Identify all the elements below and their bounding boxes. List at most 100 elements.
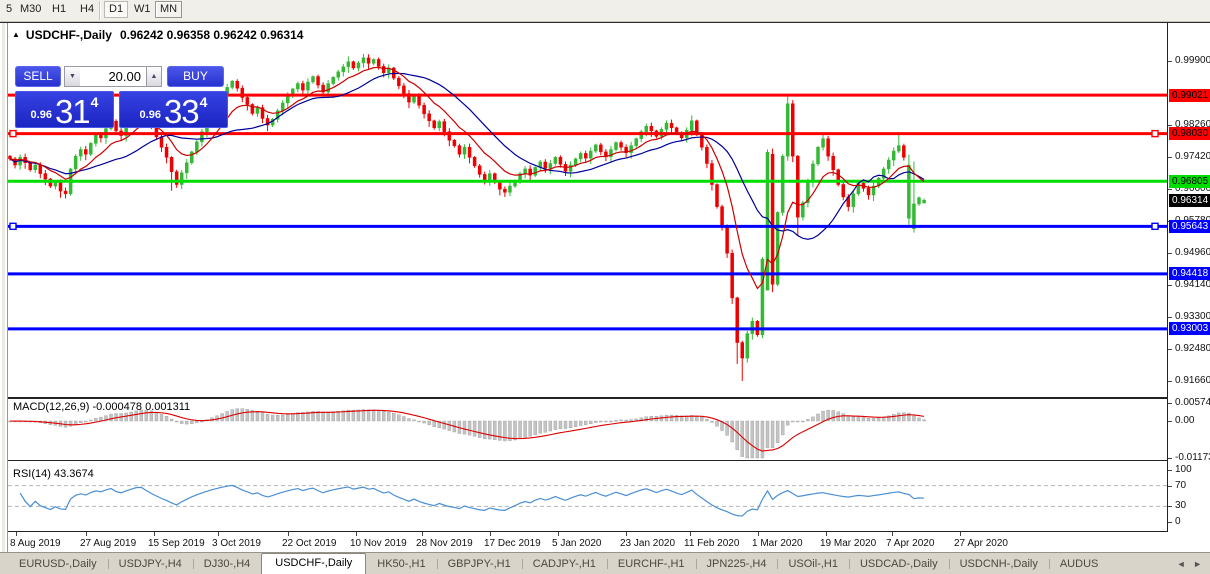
rsi-panel[interactable]: [8, 465, 1167, 532]
date-label: 1 Mar 2020: [752, 538, 803, 549]
candle: [473, 156, 476, 168]
tab-eurchf-h1[interactable]: EURCHF-,H1: [607, 555, 696, 574]
hline-handle[interactable]: [10, 223, 16, 229]
candle: [296, 82, 299, 93]
date-tick: [960, 532, 961, 536]
candle: [423, 102, 426, 118]
candle: [539, 160, 542, 171]
date-axis[interactable]: 8 Aug 201927 Aug 201915 Sep 20193 Oct 20…: [8, 532, 1167, 552]
tab-usdjpy-h4[interactable]: USDJPY-,H4: [108, 555, 193, 574]
candle: [554, 156, 557, 165]
date-label: 5 Jan 2020: [552, 538, 602, 549]
price-axis[interactable]: 0.999000.982600.974200.966000.957800.949…: [1167, 23, 1210, 532]
candle: [200, 129, 203, 147]
tab-scroll-right-button[interactable]: ►: [1193, 559, 1202, 569]
candle: [731, 250, 734, 304]
current-price-label: 0.96314: [1169, 194, 1210, 207]
one-click-trading-panel: SELL ▼ ▲ BUY 0.96 31 4 0.96 33 4: [15, 66, 228, 128]
date-tick: [16, 532, 17, 536]
candle: [726, 224, 729, 257]
candle: [594, 144, 597, 153]
tab-cadjpy-h1[interactable]: CADJPY-,H1: [522, 555, 607, 574]
tab-hk50-h1[interactable]: HK50-,H1: [366, 555, 436, 574]
candle: [887, 157, 890, 173]
candle: [276, 109, 279, 123]
date-tick: [826, 532, 827, 536]
timeframe-W1[interactable]: W1: [130, 2, 155, 17]
candle: [781, 154, 784, 216]
volume-decrease-button[interactable]: ▼: [64, 66, 80, 87]
candle: [599, 143, 602, 155]
buy-price-prefix: 0.96: [140, 109, 161, 121]
line-price-label-0.96805: 0.96805: [1169, 175, 1210, 188]
tab-gbpjpy-h1[interactable]: GBPJPY-,H1: [437, 555, 522, 574]
date-label: 19 Mar 2020: [820, 538, 876, 549]
candle: [19, 155, 22, 170]
macd-axis-0.005744: 0.005744: [1175, 397, 1210, 408]
volume-input[interactable]: [80, 66, 146, 87]
collapse-panel-icon[interactable]: ▲: [12, 30, 20, 39]
volume-increase-button[interactable]: ▲: [146, 66, 162, 87]
candle: [301, 81, 304, 95]
date-tick: [626, 532, 627, 536]
candle: [670, 120, 673, 134]
candle: [837, 169, 840, 187]
axis-tick: [1168, 189, 1172, 190]
candle: [190, 151, 193, 165]
candle: [165, 144, 168, 164]
tab-scroll-left-button[interactable]: ◄: [1177, 559, 1186, 569]
hline-handle[interactable]: [1152, 223, 1158, 229]
buy-button[interactable]: BUY: [167, 66, 224, 87]
tab-dj30-h4[interactable]: DJ30-,H4: [193, 555, 261, 574]
candle: [367, 54, 370, 69]
date-label: 15 Sep 2019: [148, 538, 205, 549]
candle: [261, 105, 264, 123]
line-price-label-0.93003: 0.93003: [1169, 322, 1210, 335]
date-label: 28 Nov 2019: [416, 538, 473, 549]
rsi-svg: [8, 466, 1167, 531]
tab-usdcad-daily[interactable]: USDCAD-,Daily: [849, 555, 949, 574]
candle: [620, 141, 623, 151]
sell-price-prefix: 0.96: [31, 109, 52, 121]
candle: [362, 54, 365, 68]
candle: [342, 64, 345, 77]
hline-handle[interactable]: [10, 131, 16, 137]
candle: [458, 144, 461, 158]
candle: [180, 170, 183, 189]
candle: [791, 100, 794, 162]
candle: [559, 155, 562, 167]
line-price-label-0.99021: 0.99021: [1169, 89, 1210, 102]
date-tick: [154, 532, 155, 536]
hline-handle[interactable]: [1152, 131, 1158, 137]
candle: [827, 136, 830, 161]
sell-button[interactable]: SELL: [15, 66, 61, 87]
tab-usdcnh-daily[interactable]: USDCNH-,Daily: [949, 555, 1049, 574]
timeframe-toolbar: 5M30H1 H4 D1W1MN: [0, 0, 1210, 22]
sell-price-tile[interactable]: 0.96 31 4: [15, 91, 114, 128]
timeframe-H4[interactable]: H4: [76, 2, 98, 17]
axis-tick: [1168, 522, 1172, 523]
candle: [589, 147, 592, 164]
buy-price-tile[interactable]: 0.96 33 4: [119, 91, 228, 128]
date-label: 17 Dec 2019: [484, 538, 541, 549]
chart-tab-bar: EURUSD-,DailyUSDJPY-,H4DJ30-,H4USDCHF-,D…: [0, 552, 1210, 574]
timeframe-M30[interactable]: M30: [16, 2, 45, 17]
axis-tick: [1168, 253, 1172, 254]
timeframe-D1[interactable]: D1: [104, 1, 128, 18]
date-label: 11 Feb 2020: [684, 538, 739, 549]
candle: [372, 58, 375, 65]
candle: [79, 147, 82, 161]
date-label: 27 Apr 2020: [954, 538, 1008, 549]
candle: [84, 146, 87, 160]
tab-usoil-h1[interactable]: USOil-,H1: [777, 555, 849, 574]
tab-jpn225-h4[interactable]: JPN225-,H4: [696, 555, 778, 574]
candle: [170, 156, 173, 191]
candle: [306, 78, 309, 96]
tab-audus[interactable]: AUDUS: [1049, 555, 1110, 574]
timeframe-MN[interactable]: MN: [155, 1, 182, 18]
timeframe-H1[interactable]: H1: [48, 2, 70, 17]
timeframe-5[interactable]: 5: [2, 2, 16, 17]
date-label: 8 Aug 2019: [10, 538, 61, 549]
tab-usdchf-daily[interactable]: USDCHF-,Daily: [261, 553, 366, 574]
tab-eurusd-daily[interactable]: EURUSD-,Daily: [8, 555, 108, 574]
